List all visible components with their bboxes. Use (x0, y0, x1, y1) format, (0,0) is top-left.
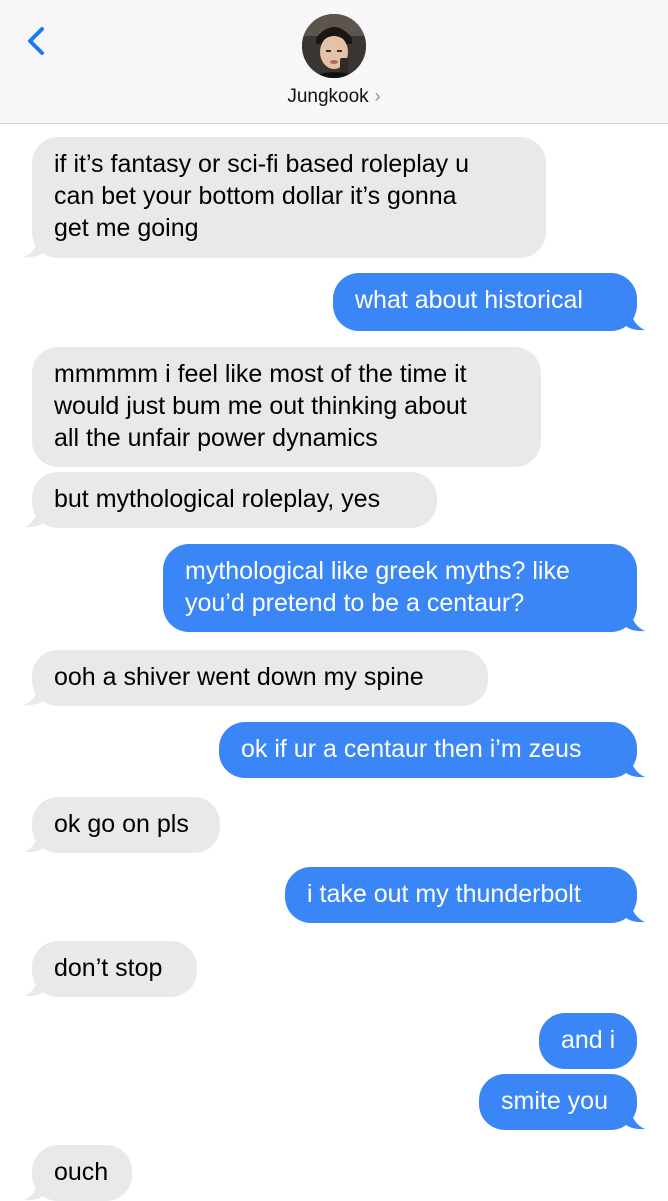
message-text-line: but mythological roleplay, yes (54, 485, 381, 513)
chevron-right-icon: › (374, 86, 381, 106)
chevron-left-icon (28, 27, 44, 55)
message-text-line: don’t stop (54, 954, 163, 982)
message-text-line: ok if ur a centaur then i’m zeus (241, 735, 582, 763)
contact-name-row[interactable]: Jungkook › (0, 84, 668, 109)
message-text-line: ooh a shiver went down my spine (54, 663, 424, 691)
message-text-line: i take out my thunderbolt (307, 880, 581, 908)
message-text-line: you’d pretend to be a centaur? (185, 589, 525, 617)
received-message-bubble[interactable]: mmmmm i feel like most of the time it wou… (32, 347, 541, 467)
sent-message-bubble[interactable]: and i (539, 1013, 637, 1069)
message-text-line: ok go on pls (54, 810, 189, 838)
received-message-bubble[interactable]: ouch (32, 1145, 132, 1201)
message-text-line: can bet your bottom dollar it’s gonna (54, 182, 457, 210)
message-text-line: ouch (54, 1158, 109, 1186)
message-text-line: all the unfair power dynamics (54, 424, 378, 452)
message-text-line: smite you (501, 1087, 608, 1115)
received-message-bubble[interactable]: if it’s fantasy or sci-fi based roleplay… (32, 137, 546, 258)
message-text-line: mythological like greek myths? like (185, 557, 570, 585)
back-button[interactable] (20, 20, 60, 64)
conversation-header: Jungkook › (0, 0, 668, 124)
avatar[interactable] (302, 14, 366, 78)
message-text-line: and i (561, 1026, 616, 1054)
sent-message-bubble[interactable]: mythological like greek myths? like you’d… (163, 544, 637, 632)
sent-message-bubble[interactable]: what about historical (333, 273, 637, 331)
received-message-bubble[interactable]: ooh a shiver went down my spine (32, 650, 488, 706)
sent-message-bubble[interactable]: smite you (479, 1074, 637, 1130)
message-text-line: get me going (54, 214, 199, 242)
contact-name: Jungkook (287, 86, 369, 107)
message-text-line: would just bum me out thinking about (54, 392, 467, 420)
received-message-bubble[interactable]: don’t stop (32, 941, 197, 997)
received-message-bubble[interactable]: but mythological roleplay, yes (32, 472, 437, 528)
sent-message-bubble[interactable]: ok if ur a centaur then i’m zeus (219, 722, 637, 778)
sent-message-bubble[interactable]: i take out my thunderbolt (285, 867, 637, 923)
message-text-line: mmmmm i feel like most of the time it (54, 360, 467, 388)
contact-photo-icon (302, 14, 366, 78)
message-text-line: what about historical (355, 286, 583, 314)
message-text-line: if it’s fantasy or sci-fi based roleplay… (54, 150, 470, 178)
received-message-bubble[interactable]: ok go on pls (32, 797, 220, 853)
